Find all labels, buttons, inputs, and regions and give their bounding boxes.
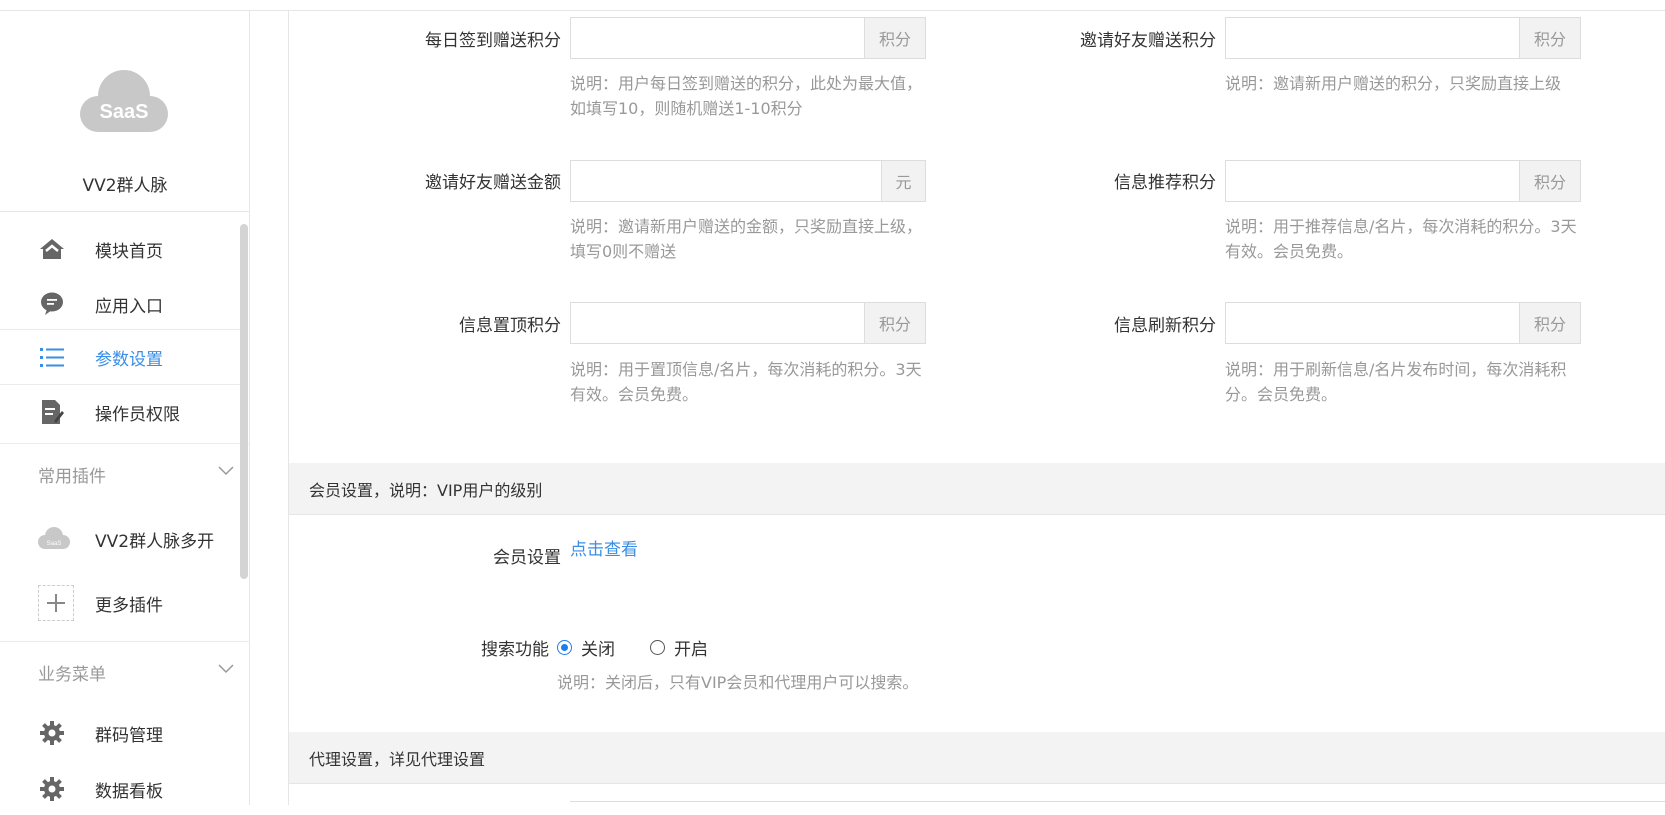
agent-section-title: 代理设置，详见代理设置 [309,749,486,769]
business-item-dashboard[interactable]: 数据看板 [0,763,240,815]
points-unit-addon: 积分 [1519,18,1580,58]
divider [0,641,250,642]
invite-amount-field: 元 [570,160,926,202]
nav-item-app-entry[interactable]: 应用入口 [0,278,240,330]
radio-label: 关闭 [581,640,615,660]
list-icon [38,343,66,371]
saas-cloud-icon: SaaS [36,525,72,553]
view-members-link[interactable]: 点击查看 [570,535,638,560]
search-off-radio[interactable]: 关闭 [557,635,615,660]
divider [0,211,250,212]
points-unit-addon: 积分 [1519,161,1580,201]
member-settings-label: 会员设置 [493,548,561,568]
invite-points-input[interactable] [1226,18,1519,58]
nav-item-label: 操作员权限 [95,404,180,425]
checkin-points-help: 说明：用户每日签到赠送的积分，此处为最大值，如填写10，则随机赠送1-10积分 [570,74,923,118]
checkin-points-label: 每日签到赠送积分 [425,31,561,51]
recommend-points-help: 说明：用于推荐信息/名片，每次消耗的积分。3天有效。会员免费。 [1225,217,1577,261]
member-section-title: 会员设置，说明：VIP用户的级别 [309,480,543,500]
invite-amount-label: 邀请好友赠送金额 [425,173,561,193]
points-unit-addon: 积分 [864,18,925,58]
svg-text:SaaS: SaaS [47,541,62,547]
checkin-points-field: 积分 [570,17,926,59]
group-title-business[interactable]: 业务菜单 [38,660,106,685]
radio-dot-selected [557,640,572,655]
member-section-header: 会员设置，说明：VIP用户的级别 [289,463,1665,515]
recommend-points-label: 信息推荐积分 [1114,173,1216,193]
nav-item-label: 模块首页 [95,241,163,262]
top-points-help: 说明：用于置顶信息/名片，每次消耗的积分。3天有效。会员免费。 [570,360,922,404]
gear-icon [38,775,66,803]
refresh-points-field: 积分 [1225,302,1581,344]
chevron-down-icon[interactable] [218,462,234,478]
search-on-radio[interactable]: 开启 [650,635,708,660]
group-title-plugins[interactable]: 常用插件 [38,462,106,487]
invite-points-help: 说明：邀请新用户赠送的积分，只奖励直接上级 [1225,74,1562,93]
gear-icon [38,719,66,747]
recommend-points-input[interactable] [1226,161,1519,201]
nav-item-settings[interactable]: 参数设置 [0,331,240,383]
top-points-label: 信息置顶积分 [459,316,561,336]
logo-text: SaaS [100,101,149,123]
next-input-edge [570,801,1665,802]
invite-amount-help: 说明：邀请新用户赠送的金额，只奖励直接上级，填写0则不赠送 [570,217,923,261]
plugin-item-label: VV2群人脉多开 [95,531,215,552]
nav-item-home[interactable]: 模块首页 [0,223,240,275]
nav-item-operator-permissions[interactable]: 操作员权限 [0,386,240,438]
app-name: VV2群人脉 [82,176,168,196]
main-content: 每日签到赠送积分 积分 说明：用户每日签到赠送的积分，此处为最大值，如填写10，… [288,11,1665,805]
checkin-points-input[interactable] [571,18,864,58]
business-item-label: 数据看板 [95,781,163,802]
refresh-points-input[interactable] [1226,303,1519,343]
edit-document-icon [38,398,66,426]
radio-label: 开启 [674,640,708,660]
divider [0,384,240,385]
refresh-points-help: 说明：用于刷新信息/名片发布时间，每次消耗积分。会员免费。 [1225,360,1567,404]
plugin-item-label: 更多插件 [95,595,163,616]
nav-item-label: 参数设置 [95,349,163,370]
invite-points-field: 积分 [1225,17,1581,59]
invite-amount-input[interactable] [571,161,881,201]
home-icon [38,235,66,263]
points-unit-addon: 积分 [864,303,925,343]
points-unit-addon: 积分 [1519,303,1580,343]
divider [0,329,240,330]
recommend-points-field: 积分 [1225,160,1581,202]
search-function-label: 搜索功能 [481,640,549,660]
top-points-field: 积分 [570,302,926,344]
chevron-down-icon[interactable] [218,660,234,676]
refresh-points-label: 信息刷新积分 [1114,316,1216,336]
yuan-unit-addon: 元 [881,161,925,201]
nav-item-label: 应用入口 [95,296,163,317]
sidebar: SaaS VV2群人脉 模块首页 应用入口 参数设置 操作员权限 常用插件 Sa [0,11,250,805]
divider [0,443,250,444]
agent-section-header: 代理设置，详见代理设置 [289,732,1665,784]
search-function-help: 说明：关闭后，只有VIP会员和代理用户可以搜索。 [557,673,919,692]
top-points-input[interactable] [571,303,864,343]
business-item-group-codes[interactable]: 群码管理 [0,707,240,759]
chat-bubble-icon [38,290,66,318]
plugin-item-more[interactable]: 更多插件 [0,577,240,629]
radio-dot [650,640,665,655]
sidebar-scrollbar[interactable] [240,224,248,579]
invite-points-label: 邀请好友赠送积分 [1080,31,1216,51]
plugin-item-vv2-multi[interactable]: SaaS VV2群人脉多开 [0,513,240,565]
saas-cloud-logo: SaaS [76,64,172,146]
plus-icon [38,585,74,621]
business-item-label: 群码管理 [95,725,163,746]
top-bar [0,0,1665,11]
